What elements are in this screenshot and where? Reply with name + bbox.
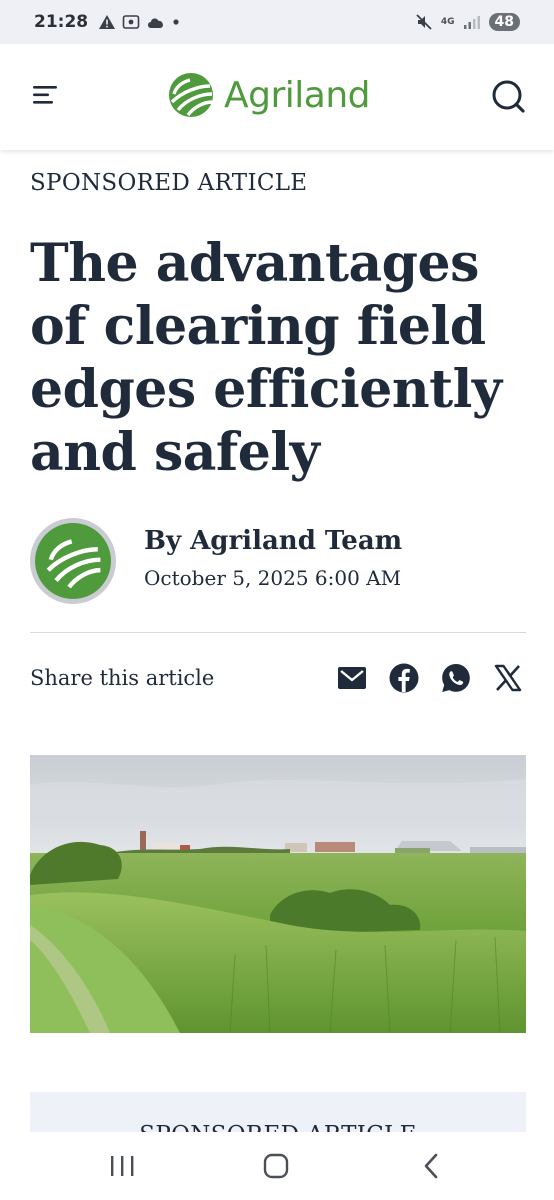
- warning-icon: [99, 15, 116, 29]
- x-icon: [494, 664, 522, 692]
- site-header: Agriland: [0, 44, 554, 150]
- status-time: 21:28: [34, 12, 89, 32]
- screenshot-icon: [122, 15, 140, 29]
- menu-icon: [33, 86, 57, 104]
- status-bar: 21:28 4G 48: [0, 0, 554, 44]
- mute-icon: [416, 14, 432, 30]
- email-icon: [338, 667, 366, 689]
- battery-level: 48: [488, 13, 520, 31]
- avatar[interactable]: [30, 518, 116, 604]
- back-icon: [424, 1153, 438, 1179]
- home-icon: [263, 1153, 289, 1179]
- author-name[interactable]: By Agriland Team: [144, 526, 402, 556]
- signal-icon: [463, 16, 480, 29]
- back-button[interactable]: [412, 1150, 452, 1182]
- sponsored-teaser[interactable]: SPONSORED ARTICLE: [30, 1092, 526, 1132]
- system-nav-bar: [0, 1132, 554, 1200]
- whatsapp-icon: [442, 664, 470, 692]
- divider: [30, 632, 526, 633]
- notification-icons: [98, 14, 180, 30]
- teaser-kicker: SPONSORED ARTICLE: [30, 1122, 526, 1132]
- article-kicker: SPONSORED ARTICLE: [30, 170, 308, 196]
- facebook-icon: [389, 663, 419, 693]
- site-logo[interactable]: Agriland: [168, 72, 371, 118]
- share-facebook-button[interactable]: [388, 662, 420, 694]
- author-byline: By Agriland Team October 5, 2025 6:00 AM: [30, 518, 530, 608]
- status-right: 4G 48: [415, 13, 520, 31]
- agriland-logo-icon: [169, 73, 213, 117]
- recent-apps-button[interactable]: [102, 1150, 142, 1182]
- avatar-logo: [35, 523, 111, 599]
- recent-apps-icon: [111, 1156, 134, 1176]
- search-button[interactable]: [488, 77, 528, 117]
- article-title: The advantages of clearing field edges e…: [30, 233, 502, 483]
- share-bar: Share this article: [30, 660, 526, 700]
- share-label: Share this article: [30, 666, 215, 690]
- logo-text: Agriland: [224, 74, 371, 116]
- share-email-button[interactable]: [336, 662, 368, 694]
- cloud-icon: [148, 18, 164, 28]
- article-hero-image: [30, 755, 526, 1033]
- agriland-avatar-icon: [46, 539, 101, 589]
- share-x-button[interactable]: [492, 662, 524, 694]
- network-type: 4G: [440, 17, 455, 27]
- share-whatsapp-button[interactable]: [440, 662, 472, 694]
- search-icon: [492, 80, 525, 113]
- home-button[interactable]: [256, 1150, 296, 1182]
- menu-button[interactable]: [28, 80, 64, 110]
- dot-icon: [173, 19, 179, 25]
- publish-date: October 5, 2025 6:00 AM: [144, 566, 402, 590]
